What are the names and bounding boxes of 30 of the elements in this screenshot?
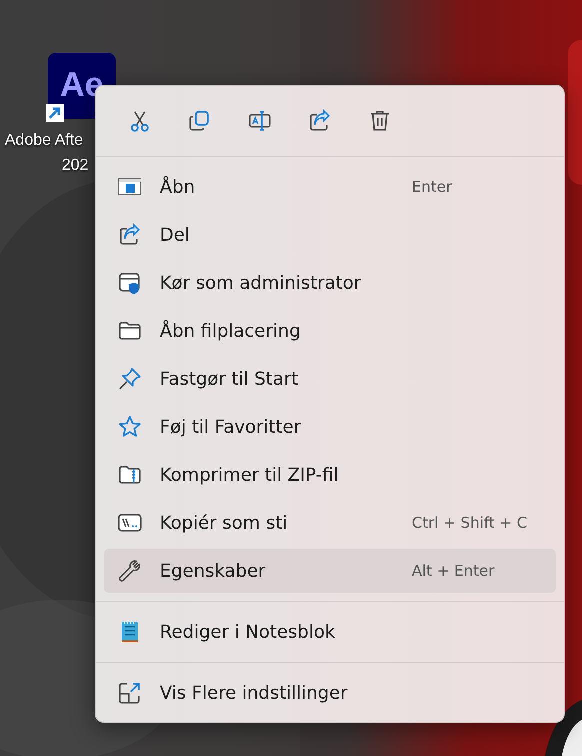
rename-icon <box>248 109 272 133</box>
menu-item[interactable]: Egenskaber Alt + Enter <box>104 549 556 593</box>
folder-icon <box>118 319 142 343</box>
expand-icon <box>118 681 142 705</box>
wrench-icon <box>118 559 142 583</box>
shortcut-text: Alt + Enter <box>412 562 496 580</box>
share-icon <box>118 223 142 247</box>
path-icon <box>118 511 142 535</box>
pin-icon <box>118 367 142 391</box>
menu-item[interactable]: Vis Flere indstillinger <box>104 671 556 715</box>
icon-label: 202 <box>62 156 89 176</box>
menu-item[interactable]: Åbn Enter <box>104 165 556 209</box>
menu-item[interactable]: Del <box>104 213 556 257</box>
shield-window-icon <box>118 271 142 295</box>
star-icon <box>118 415 142 439</box>
menu-item[interactable]: Kør som administrator <box>104 261 556 305</box>
menu-item[interactable]: Kopiér som sti Ctrl + Shift + C <box>104 501 556 545</box>
copy-icon <box>188 109 212 133</box>
share-icon <box>308 109 332 133</box>
menu-item[interactable]: Åbn filplacering <box>104 309 556 353</box>
delete-icon <box>368 109 392 133</box>
zip-folder-icon <box>118 463 142 487</box>
menu-item[interactable]: Rediger i Notesblok <box>104 610 556 654</box>
menu-item[interactable]: Komprimer til ZIP-fil <box>104 453 556 497</box>
shortcut-text: Enter <box>412 178 454 196</box>
menu-item[interactable]: Fastgør til Start <box>104 357 556 401</box>
icon-label: Adobe Afte <box>5 131 84 151</box>
shortcut-text: Ctrl + Shift + C <box>412 514 528 532</box>
cut-icon <box>128 109 152 133</box>
menu-item[interactable]: Føj til Favoritter <box>104 405 556 449</box>
